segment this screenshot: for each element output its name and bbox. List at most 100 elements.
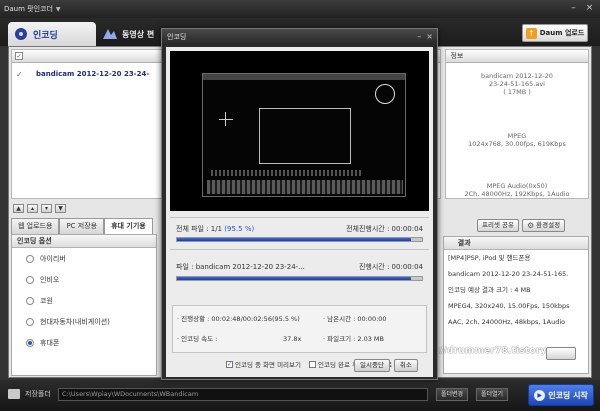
preset-share-button[interactable]: 프리셋 공유 (477, 219, 519, 232)
stat-filesize: · 파일크기 : 2.03 MB (323, 335, 384, 343)
play-icon: ▶ (534, 389, 546, 401)
gear-icon: ⚙ (526, 221, 535, 230)
option-phone[interactable]: 휴대폰 (12, 332, 156, 353)
encoding-disc-icon (15, 28, 27, 40)
info-line: ( 17MB ) (503, 88, 531, 96)
preview-rectangle (259, 108, 351, 164)
folder-open-button[interactable]: 폴더열기 (476, 388, 509, 401)
move-up-button[interactable]: ▴ (27, 204, 38, 213)
option-label: 아이리버 (40, 254, 66, 263)
app-window: Daum 팟인코더 ▼ – × 인코딩 동영상 편 ↑ Daum 업로드 ✓ ✓… (0, 0, 600, 411)
bottom-bar: 저장폴더 C:\Users\Wpiay\WDocuments\WBandicam… (0, 380, 600, 411)
option-label: 휴대폰 (40, 338, 60, 347)
encoding-stats: · 진행상황 : 00:02:48/00:02:56(95.5 %) · 남은시… (172, 305, 427, 353)
tab-video-edit-label: 동영상 편 (122, 29, 155, 39)
option-label: 인비오 (40, 275, 60, 284)
start-encoding-label: 인코딩 시작 (548, 390, 588, 400)
list-controls: ▲ ▴ ▾ ▼ (13, 204, 66, 213)
option-iriver[interactable]: 아이리버 (12, 248, 156, 269)
info-line: MPEG (507, 132, 527, 140)
preview-text-line (211, 170, 361, 176)
daum-upload-label: Daum 업로드 (539, 29, 585, 37)
folder-change-button[interactable]: 폴더변경 (436, 388, 469, 401)
dialog-buttons: 일시중단 취소 (354, 359, 418, 372)
minimize-icon[interactable]: – (567, 2, 580, 15)
info-line: 23-24-51-165.avi (489, 80, 545, 88)
tab-encoding[interactable]: 인코딩 (8, 22, 96, 46)
dialog-close-icon[interactable]: × (426, 29, 433, 45)
tab-video-edit[interactable]: 동영상 편 (100, 23, 170, 45)
move-down-button[interactable]: ▾ (41, 204, 52, 213)
option-cowon[interactable]: 코원 (12, 290, 156, 311)
info-line: 1024x768, 30.00fps, 619Kbps (468, 140, 566, 148)
dialog-window-controls: – × (417, 29, 433, 45)
total-elapsed: 전체진행시간 : 00:00:04 (346, 225, 423, 233)
stat-speed-label: · 인코딩 속도 : (177, 335, 218, 343)
dialog-minimize-icon[interactable]: – (417, 29, 421, 45)
file-progress-row: 파일 : bandicam 2012-12-20 23-24-... 진행시간 … (176, 261, 423, 273)
total-file-percent: (95.5 %) (224, 225, 255, 233)
tab-web-upload[interactable]: 웹 업로드용 (11, 218, 60, 234)
option-label: 코원 (40, 296, 53, 305)
radio-inbio[interactable] (26, 275, 34, 284)
daum-upload-button[interactable]: ↑ Daum 업로드 (522, 24, 588, 42)
separator (170, 217, 429, 218)
tab-mobile-device[interactable]: 휴대 기기용 (104, 218, 153, 234)
title-bar: Daum 팟인코더 ▼ – × (0, 0, 600, 18)
preview-crosshair-v (225, 112, 226, 126)
encoding-dialog: 인코딩 – × 전체 파일 : 1/1 (95.5 %) 전체진행시간: 00… (161, 28, 438, 380)
tab-pc-save[interactable]: PC 저장용 (59, 218, 105, 234)
option-hyundai-nav[interactable]: 현대자동차(내비게이션) (12, 311, 156, 332)
radio-iriver[interactable] (26, 254, 34, 263)
video-edit-icon (103, 29, 117, 39)
separator (170, 249, 429, 250)
file-progress-fill (177, 277, 411, 280)
file-row-checkbox[interactable]: ✓ (16, 70, 23, 79)
preview-checkbox[interactable]: ✓ (226, 360, 233, 368)
file-row-name: bandicam 2012-12-20 23-24- (36, 70, 150, 78)
window-title: Daum 팟인코더 (4, 5, 53, 13)
preview-checkbox-row[interactable]: ✓ 인코딩 중 화면 미리보기 (226, 359, 301, 369)
file-elapsed: 진행시간 : 00:00:04 (358, 263, 423, 271)
result-line: AAC, 2ch, 24000Hz, 48kbps, 1Audio (448, 318, 566, 326)
progress-area: 전체 파일 : 1/1 (95.5 %) 전체진행시간 : 00:00:04 파… (170, 217, 429, 367)
pause-button[interactable]: 일시중단 (354, 359, 390, 372)
encoding-options-panel: 인코딩 옵션 아이리버 인비오 코원 현대자동차(내비게이션) 휴대폰 (11, 234, 157, 376)
info-video-details: MPEG 1024x768, 30.00fps, 619Kbps (446, 132, 588, 148)
menu-caret-icon[interactable]: ▼ (56, 6, 61, 13)
select-all-checkbox[interactable]: ✓ (15, 52, 23, 60)
result-action-button[interactable] (546, 347, 576, 360)
radio-phone[interactable] (26, 338, 34, 347)
move-top-button[interactable]: ▲ (13, 204, 24, 213)
close-icon[interactable]: × (583, 2, 596, 15)
start-encoding-button[interactable]: ▶ 인코딩 시작 (528, 384, 594, 406)
result-line: 인코딩 예상 결과 크기 : 4 MB (448, 286, 531, 294)
total-file-text: 전체 파일 : 1/1 (95.5 %) (176, 223, 254, 235)
total-progress-row: 전체 파일 : 1/1 (95.5 %) 전체진행시간 : 00:00:04 (176, 223, 423, 235)
folder-icon (8, 389, 20, 399)
save-path-field[interactable]: C:\Users\Wpiay\WDocuments\WBandicam (58, 388, 428, 401)
preview-taskbar (207, 180, 403, 194)
preview-frame (202, 73, 406, 197)
tab-encoding-label: 인코딩 (33, 30, 58, 41)
stat-progress: · 진행상황 : 00:02:48/00:02:56(95.5 %) (177, 315, 300, 323)
total-file-label: 전체 파일 : (176, 225, 211, 233)
option-inbio[interactable]: 인비오 (12, 269, 156, 290)
result-line: [MP4]PSP, iPod 및 핸드폰용 (448, 254, 531, 262)
result-line: MPEG4, 320x240, 15.00Fps, 150kbps (448, 302, 570, 310)
window-controls: – × (567, 2, 596, 15)
encoding-options-header: 인코딩 옵션 (12, 235, 156, 248)
stat-remaining: · 남은시간 : 00:00:00 (323, 315, 387, 323)
save-folder-label: 저장폴더 (25, 390, 51, 398)
option-label: 현대자동차(내비게이션) (40, 317, 110, 326)
radio-hyundai-nav[interactable] (26, 317, 34, 326)
env-settings-button[interactable]: ⚙ 환경설정 (521, 219, 566, 232)
dialog-body: 전체 파일 : 1/1 (95.5 %) 전체진행시간 : 00:00:04 파… (166, 47, 433, 377)
radio-cowon[interactable] (26, 296, 34, 305)
preset-tabs: 웹 업로드용 PC 저장용 휴대 기기용 (11, 218, 153, 234)
move-bottom-button[interactable]: ▼ (55, 204, 66, 213)
file-info-header-label: 정보 (450, 52, 464, 60)
preview-crosshair-h (219, 119, 233, 120)
shutdown-checkbox[interactable] (309, 360, 316, 368)
cancel-button[interactable]: 취소 (393, 359, 418, 372)
